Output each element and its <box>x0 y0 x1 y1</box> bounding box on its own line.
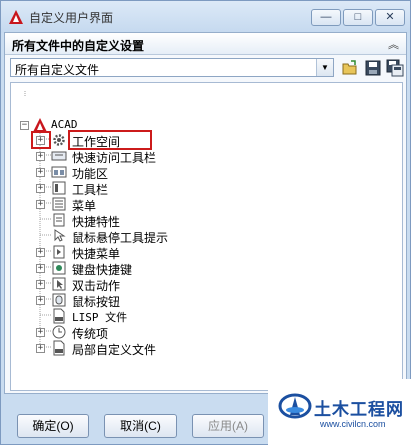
cancel-button[interactable]: 取消(C) <box>104 414 177 438</box>
properties-icon <box>53 213 65 227</box>
tree-expander[interactable]: + <box>36 280 45 289</box>
panel-header[interactable]: 所有文件中的自定义设置 ︽ <box>5 33 406 55</box>
gear-icon <box>53 134 65 146</box>
tooltip-icon <box>54 229 66 242</box>
minimize-button[interactable]: — <box>311 9 341 26</box>
tree-item-toolbars[interactable]: + 工具栏 <box>11 180 211 197</box>
tree-item-double-click-actions[interactable]: + 双击动作 <box>11 276 211 293</box>
tree-expander[interactable]: + <box>36 328 45 337</box>
maximize-button[interactable]: □ <box>343 9 373 26</box>
tree-item-label: 局部自定义文件 <box>72 343 157 357</box>
tree-expander[interactable]: + <box>36 248 45 257</box>
tree-expander[interactable]: + <box>36 200 45 209</box>
tree-expander[interactable]: + <box>36 184 45 193</box>
tree-item-quick-properties[interactable]: 快捷特性 <box>11 212 211 229</box>
tree-item-shortcut-menus[interactable]: + 快捷菜单 <box>11 244 211 261</box>
ok-button[interactable]: 确定(O) <box>17 414 89 438</box>
tree-item-quick-access-toolbars[interactable]: + 快速访问工具栏 <box>11 148 211 165</box>
customize-ui-window: 自定义用户界面 — □ ✕ 所有文件中的自定义设置 ︽ 所有自定义文件 ▼ − … <box>0 0 411 446</box>
tree-expander[interactable]: + <box>36 264 45 273</box>
tree-item-mouse-buttons[interactable]: + 鼠标按钮 <box>11 292 211 309</box>
tree-expander[interactable]: + <box>36 168 45 177</box>
collapse-chevron-icon[interactable]: ︽ <box>388 36 399 52</box>
watermark: 土木工程网 www.civilcn.com <box>268 379 411 446</box>
title-bar[interactable]: 自定义用户界面 — □ ✕ <box>1 1 410 33</box>
tree-item-menus[interactable]: + 菜单 <box>11 196 211 213</box>
toolbar-icon <box>52 181 66 195</box>
save-icon[interactable] <box>364 59 382 77</box>
open-file-icon[interactable] <box>341 59 359 77</box>
save-as-icon[interactable] <box>386 59 404 77</box>
tree-item-lisp-files[interactable]: LISP 文件 <box>11 308 211 324</box>
tree-expander[interactable]: + <box>36 344 45 353</box>
customization-file-select[interactable]: 所有自定义文件 ▼ <box>10 58 334 77</box>
window-title: 自定义用户界面 <box>29 11 114 25</box>
toolbar-icon <box>51 151 67 161</box>
autocad-logo-icon <box>9 10 23 24</box>
civilcn-logo-icon <box>278 393 312 419</box>
tree-item-ribbon[interactable]: + 功能区 <box>11 164 211 181</box>
dropdown-selected-value: 所有自定义文件 <box>15 63 100 77</box>
keyboard-icon <box>52 261 66 275</box>
tree-item-rollover-tooltips[interactable]: 鼠标悬停工具提示 <box>11 228 231 245</box>
watermark-url: www.civilcn.com <box>320 419 386 429</box>
tree-item-label: LISP 文件 <box>72 311 128 324</box>
cui-file-icon <box>53 340 65 356</box>
ribbon-icon <box>51 166 67 178</box>
panel-title: 所有文件中的自定义设置 <box>12 39 145 53</box>
mouse-icon <box>52 293 66 307</box>
close-button[interactable]: ✕ <box>375 9 405 26</box>
tree-expander[interactable]: + <box>36 296 45 305</box>
selected-item-highlight-box <box>68 130 152 150</box>
customizations-panel: 所有文件中的自定义设置 ︽ 所有自定义文件 ▼ − ACAD + 工作空间 + … <box>4 32 407 394</box>
tree-expander[interactable]: − <box>20 121 29 130</box>
dropdown-arrow-icon[interactable]: ▼ <box>316 59 333 76</box>
tree-item-keyboard-shortcuts[interactable]: + 键盘快捷键 <box>11 260 211 277</box>
double-click-icon <box>52 277 66 291</box>
tree-expander[interactable]: + <box>36 152 45 161</box>
watermark-title: 土木工程网 <box>314 400 404 419</box>
menu-icon <box>52 197 66 211</box>
lisp-file-icon <box>53 308 65 324</box>
customization-tree[interactable]: − ACAD + 工作空间 + 快速访问工具栏 + 功能区 + 工具栏 + 菜单… <box>10 82 403 391</box>
tree-item-partial-customization-files[interactable]: + 局部自定义文件 <box>11 340 211 357</box>
expander-highlight-box <box>31 131 51 149</box>
tree-item-legacy[interactable]: + 传统项 <box>11 324 211 341</box>
legacy-icon <box>52 325 66 339</box>
apply-button[interactable]: 应用(A) <box>192 414 264 438</box>
shortcut-menu-icon <box>53 245 65 259</box>
